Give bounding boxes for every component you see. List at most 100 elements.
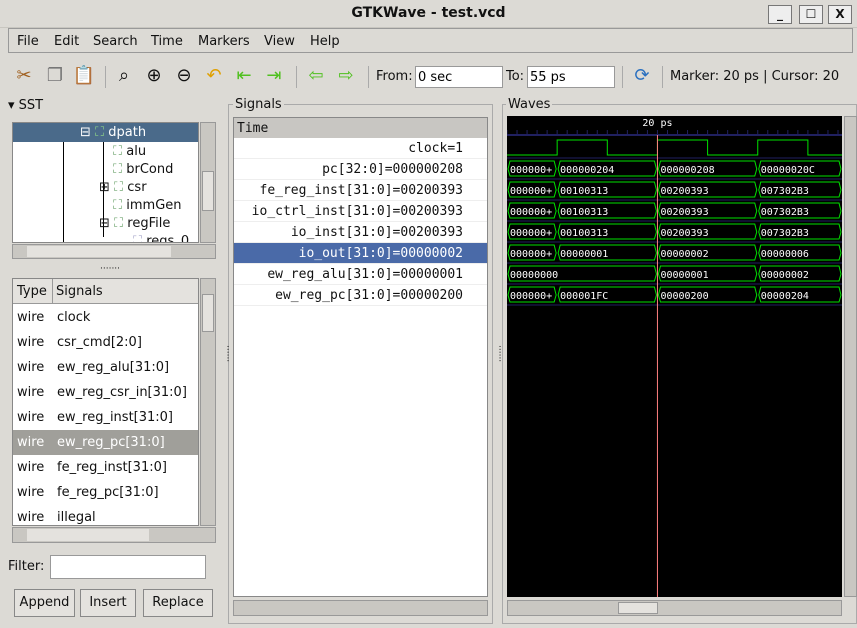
tree-item-brcond[interactable]: ⛶ brCond bbox=[113, 162, 173, 177]
signal-row[interactable]: io_inst[31:0]=00200393 bbox=[234, 222, 487, 243]
signal-list-item[interactable]: wire ew_reg_pc[31:0] bbox=[13, 430, 198, 455]
menu-bar: File Edit Search Time Markers View Help bbox=[8, 28, 853, 53]
signal-type: wire bbox=[17, 360, 45, 375]
signal-list-item[interactable]: wire illegal bbox=[13, 505, 198, 525]
signal-type: wire bbox=[17, 410, 45, 425]
signals-panel: Time clock=1 pc[32:0]=000000208 fe_reg_ins… bbox=[233, 117, 488, 597]
signals-list-vscroll[interactable] bbox=[200, 278, 216, 526]
bus-value: 00000020C bbox=[761, 165, 815, 176]
signals-title: Signals bbox=[233, 97, 284, 112]
sst-tree-hscroll[interactable] bbox=[12, 244, 216, 259]
cursor-value: Cursor: 20 bbox=[771, 69, 840, 84]
menu-markers[interactable]: Markers bbox=[198, 34, 250, 49]
zoom-in-icon[interactable]: ⊕ bbox=[142, 64, 166, 88]
to-input[interactable] bbox=[527, 66, 615, 88]
bus-value: 00200393 bbox=[660, 228, 708, 239]
insert-button[interactable]: Insert bbox=[80, 589, 136, 617]
signal-list-item[interactable]: wire ew_reg_alu[31:0] bbox=[13, 355, 198, 380]
signal-name: ew_reg_alu[31:0] bbox=[57, 360, 170, 375]
menu-view[interactable]: View bbox=[264, 34, 295, 49]
signal-row[interactable]: clock=1 bbox=[234, 138, 487, 159]
pane-handle[interactable]: ······· bbox=[100, 264, 120, 274]
maximize-button[interactable]: ☐ bbox=[799, 5, 823, 24]
forward-icon[interactable]: ⇨ bbox=[334, 64, 358, 88]
tree-item-dpath[interactable]: ⊟ ⛶ dpath bbox=[80, 125, 146, 140]
marker-value: Marker: 20 ps bbox=[670, 69, 759, 84]
wave-canvas[interactable]: 20 ps 000000+ 000000204 000000208 00000020C 00… bbox=[507, 116, 842, 597]
menu-time[interactable]: Time bbox=[151, 34, 183, 49]
paste-icon[interactable]: 📋 bbox=[72, 64, 96, 88]
undo-zoom-icon[interactable]: ↶ bbox=[202, 64, 226, 88]
signal-name: ew_reg_csr_in[31:0] bbox=[57, 385, 187, 400]
to-label: To: bbox=[506, 69, 525, 84]
bus-value: 007302B3 bbox=[761, 186, 809, 197]
signals-hscroll[interactable] bbox=[233, 600, 488, 616]
back-icon[interactable]: ⇦ bbox=[304, 64, 328, 88]
signal-type: wire bbox=[17, 310, 45, 325]
signal-list-item[interactable]: wire clock bbox=[13, 305, 198, 330]
tree-item-alu[interactable]: ⛶ alu bbox=[113, 144, 146, 159]
marker-readout: Marker: 20 ps | Cursor: 20 bbox=[670, 69, 839, 84]
signal-type: wire bbox=[17, 385, 45, 400]
bus-value: 000000204 bbox=[560, 165, 614, 176]
reload-icon[interactable]: ⟳ bbox=[630, 64, 654, 88]
signal-row[interactable]: ew_reg_pc[31:0]=00000200 bbox=[234, 285, 487, 306]
waves-vscroll[interactable] bbox=[844, 116, 857, 597]
menu-edit[interactable]: Edit bbox=[54, 34, 79, 49]
column-type[interactable]: Type bbox=[17, 284, 47, 299]
waves-hscroll[interactable] bbox=[507, 600, 842, 616]
signal-type: wire bbox=[17, 335, 45, 350]
marker-time-label: 20 bbox=[642, 118, 654, 129]
menu-help[interactable]: Help bbox=[310, 34, 340, 49]
sst-tree-vscroll[interactable] bbox=[200, 122, 216, 243]
signal-name: ew_reg_pc[31:0] bbox=[57, 435, 165, 450]
close-button[interactable]: X bbox=[828, 5, 852, 24]
from-label: From: bbox=[376, 69, 413, 84]
signal-list-item[interactable]: wire fe_reg_pc[31:0] bbox=[13, 480, 198, 505]
menu-search[interactable]: Search bbox=[93, 34, 138, 49]
signal-list-item[interactable]: wire fe_reg_inst[31:0] bbox=[13, 455, 198, 480]
bus-value: 007302B3 bbox=[761, 207, 809, 218]
minimize-button[interactable]: _ bbox=[768, 5, 792, 24]
zoom-fit-icon[interactable]: ⌕ bbox=[112, 64, 136, 88]
bus-value: 00100313 bbox=[560, 228, 608, 239]
signal-list-item[interactable]: wire ew_reg_csr_in[31:0] bbox=[13, 380, 198, 405]
sst-expander[interactable]: ▾ SST bbox=[8, 98, 43, 113]
tree-item-immgen[interactable]: ⛶ immGen bbox=[113, 198, 182, 213]
append-button[interactable]: Append bbox=[14, 589, 75, 617]
signal-row[interactable]: io_ctrl_inst[31:0]=00200393 bbox=[234, 201, 487, 222]
go-end-icon[interactable]: ⇥ bbox=[262, 64, 286, 88]
signal-list-item[interactable]: wire ew_reg_inst[31:0] bbox=[13, 405, 198, 430]
from-input[interactable] bbox=[415, 66, 503, 88]
cut-icon[interactable]: ✂ bbox=[12, 64, 36, 88]
bus-value: 00000002 bbox=[660, 249, 708, 260]
signal-row[interactable]: ew_reg_alu[31:0]=00000001 bbox=[234, 264, 487, 285]
replace-button[interactable]: Replace bbox=[143, 589, 213, 617]
bus-value: 00200393 bbox=[660, 207, 708, 218]
signal-row[interactable]: io_out[31:0]=00000002 bbox=[234, 243, 487, 264]
signal-name: fe_reg_pc[31:0] bbox=[57, 485, 159, 500]
bus-value: 000000+ bbox=[510, 186, 552, 197]
sst-title: SST bbox=[18, 98, 44, 113]
tree-item-regfile[interactable]: ⊟ ⛶ regFile bbox=[99, 216, 170, 231]
column-signals[interactable]: Signals bbox=[56, 284, 103, 299]
signal-type: wire bbox=[17, 485, 45, 500]
tree-item-csr[interactable]: ⊞ ⛶ csr bbox=[99, 180, 147, 195]
bus-value: 00000204 bbox=[761, 291, 809, 302]
signal-list-item[interactable]: wire csr_cmd[2:0] bbox=[13, 330, 198, 355]
bus-value: 000000208 bbox=[660, 165, 714, 176]
tree-item-regs[interactable]: ⛶ regs_0 bbox=[133, 234, 189, 242]
filter-input[interactable] bbox=[50, 555, 206, 579]
bus-value: 000000+ bbox=[510, 291, 552, 302]
zoom-out-icon[interactable]: ⊖ bbox=[172, 64, 196, 88]
bus-value: 000001FC bbox=[560, 291, 608, 302]
copy-icon[interactable]: ❐ bbox=[43, 64, 67, 88]
go-start-icon[interactable]: ⇤ bbox=[232, 64, 256, 88]
bus-value: 00000200 bbox=[660, 291, 708, 302]
signals-list-hscroll[interactable] bbox=[12, 527, 216, 543]
bus-value: 00200393 bbox=[660, 186, 708, 197]
pane-handle[interactable]: ······ bbox=[222, 345, 232, 362]
menu-file[interactable]: File bbox=[17, 34, 39, 49]
signal-row[interactable]: fe_reg_inst[31:0]=00200393 bbox=[234, 180, 487, 201]
signal-row[interactable]: pc[32:0]=000000208 bbox=[234, 159, 487, 180]
